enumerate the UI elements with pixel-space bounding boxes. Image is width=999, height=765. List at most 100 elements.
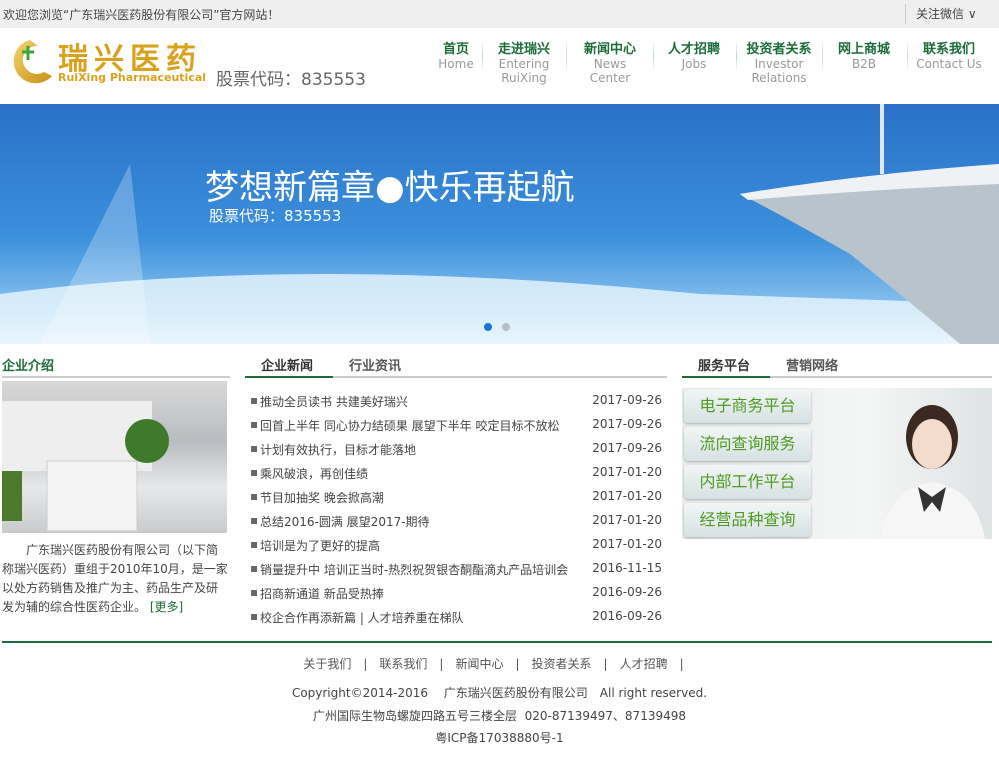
ship-illustration	[0, 104, 999, 344]
nav-subtitle: Investor Relations	[751, 57, 807, 85]
copyright: Copyright©2014-2016 广东瑞兴医药股份有限公司 All rig…	[291, 686, 708, 700]
bullet-icon: ▪	[250, 465, 259, 479]
wechat-follow-dropdown[interactable]: 关注微信 ∨	[905, 4, 977, 24]
news-item[interactable]: ▪ 招商新通道 新品受热捧 2016-09-26	[250, 585, 662, 609]
office-photo	[2, 381, 227, 533]
news-date: 2016-09-26	[592, 609, 662, 623]
news-item[interactable]: ▪ 培训是为了更好的提高 2017-01-20	[250, 537, 662, 561]
nav-jobs[interactable]: 人才招聘 Jobs	[662, 38, 726, 71]
nav-divider	[566, 40, 567, 72]
news-date: 2017-01-20	[592, 489, 662, 503]
banner-subtitle: 股票代码：835553	[209, 207, 342, 225]
bullet-icon: ▪	[250, 513, 259, 527]
news-date: 2017-01-20	[592, 513, 662, 527]
separator: |	[363, 657, 368, 671]
nav-title: 首页	[442, 42, 469, 57]
bullet-icon: ▪	[250, 393, 259, 407]
news-date: 2016-09-26	[592, 585, 662, 599]
bullet-icon: ▪	[250, 561, 259, 575]
news-item[interactable]: ▪ 计划有效执行，目标才能落地 2017-09-26	[250, 441, 662, 465]
nav-title: 联系我们	[922, 42, 975, 57]
bullet-icon: ▪	[250, 537, 259, 551]
nav-b2b[interactable]: 网上商城 B2B	[832, 38, 896, 71]
news-item[interactable]: ▪ 推动全员读书 共建美好瑞兴 2017-09-26	[250, 393, 662, 417]
nav-divider	[907, 40, 908, 72]
tab-company-news[interactable]: 企业新闻	[261, 355, 313, 374]
welcome-text: 欢迎您浏览“广东瑞兴医药股份有限公司”官方网站！	[3, 8, 280, 22]
news-title: 销量提升中 培训正当时-热烈祝贺银杏酮酯滴丸产品培训会	[260, 563, 569, 577]
bullet-icon: ▪	[250, 417, 259, 431]
news-item[interactable]: ▪ 销量提升中 培训正当时-热烈祝贺银杏酮酯滴丸产品培训会 2016-11-15	[250, 561, 662, 585]
news-tab-indicator	[245, 376, 333, 378]
nav-divider	[736, 40, 737, 72]
nav-subtitle: News Center	[589, 57, 631, 85]
flow-query-button[interactable]: 流向查询服务	[684, 427, 811, 461]
hero-banner[interactable]: 梦想新篇章●快乐再起航 股票代码：835553	[0, 104, 999, 344]
footer-link-jobs[interactable]: 人才招聘	[620, 657, 668, 671]
news-title: 计划有效执行，目标才能落地	[260, 443, 417, 457]
separator: |	[679, 657, 684, 671]
nav-contact[interactable]: 联系我们 Contact Us	[914, 38, 984, 71]
more-link[interactable]: [更多]	[150, 600, 183, 614]
nav-subtitle: Jobs	[681, 57, 707, 71]
news-title: 总结2016-圆满 展望2017-期待	[260, 515, 430, 529]
tab-marketing-network[interactable]: 营销网络	[786, 355, 838, 374]
banner-title: 梦想新篇章●快乐再起航	[205, 168, 575, 208]
news-title: 回首上半年 同心协力结硕果 展望下半年 咬定目标不放松	[260, 419, 560, 433]
news-date: 2017-09-26	[592, 393, 662, 407]
nav-divider	[482, 40, 483, 72]
bullet-icon: ▪	[250, 585, 259, 599]
bullet-icon: ▪	[250, 609, 259, 623]
news-item[interactable]: ▪ 节目加抽奖 晚会掀高潮 2017-01-20	[250, 489, 662, 513]
product-query-button[interactable]: 经营品种查询	[684, 503, 811, 537]
icp-number[interactable]: 粤ICP备17038880号-1	[0, 729, 999, 746]
news-item[interactable]: ▪ 回首上半年 同心协力结硕果 展望下半年 咬定目标不放松 2017-09-26	[250, 417, 662, 441]
footer-link-investor[interactable]: 投资者关系	[532, 657, 592, 671]
news-item[interactable]: ▪ 总结2016-圆满 展望2017-期待 2017-01-20	[250, 513, 662, 537]
footer-link-contact[interactable]: 联系我们	[379, 657, 427, 671]
news-title: 节目加抽奖 晚会掀高潮	[260, 491, 384, 505]
nav-subtitle: Entering RuiXing	[498, 57, 550, 85]
news-title: 推动全员读书 共建美好瑞兴	[260, 395, 408, 409]
ecommerce-platform-button[interactable]: 电子商务平台	[684, 389, 811, 423]
top-bar: 欢迎您浏览“广东瑞兴医药股份有限公司”官方网站！ 关注微信 ∨	[0, 0, 999, 28]
nav-home[interactable]: 首页 Home	[436, 38, 476, 71]
nav-title: 新闻中心	[583, 42, 636, 57]
stock-code: 股票代码：835553	[216, 70, 366, 90]
nav-subtitle: Home	[438, 57, 474, 71]
footer-links: 关于我们 | 联系我们 | 新闻中心 | 投资者关系 | 人才招聘 |	[0, 655, 999, 672]
tab-service-platform[interactable]: 服务平台	[698, 355, 750, 374]
bullet-icon: ▪	[250, 441, 259, 455]
news-title: 校企合作再添新篇 | 人才培养重在梯队	[260, 611, 464, 625]
logo-english: RuiXing Pharmaceutical	[58, 71, 207, 84]
bullet-icon: ▪	[250, 489, 259, 503]
nav-investor[interactable]: 投资者关系 Investor Relations	[741, 38, 817, 85]
nav-news[interactable]: 新闻中心 News Center	[572, 38, 648, 85]
news-date: 2017-01-20	[592, 465, 662, 479]
footer-divider	[2, 641, 992, 643]
footer-link-about[interactable]: 关于我们	[303, 657, 351, 671]
intro-text: 广东瑞兴医药股份有限公司（以下简称瑞兴医药）重组于2010年10月，是一家以处方…	[2, 541, 228, 617]
intro-divider	[2, 376, 230, 378]
news-title: 乘风破浪，再创佳绩	[260, 467, 369, 481]
slide-dot-active[interactable]	[484, 323, 492, 331]
customer-service-agent-image	[880, 405, 985, 539]
nav-title: 投资者关系	[746, 42, 812, 57]
internal-platform-button[interactable]: 内部工作平台	[684, 465, 811, 499]
news-date: 2017-09-26	[592, 417, 662, 431]
news-title: 培训是为了更好的提高	[260, 539, 381, 553]
nav-about[interactable]: 走进瑞兴 Entering RuiXing	[492, 38, 556, 85]
news-date: 2017-01-20	[592, 537, 662, 551]
footer-link-news[interactable]: 新闻中心	[455, 657, 503, 671]
news-item[interactable]: ▪ 校企合作再添新篇 | 人才培养重在梯队 2016-09-26	[250, 609, 662, 633]
slide-dot[interactable]	[502, 323, 510, 331]
logo-emblem-icon	[13, 40, 52, 84]
news-date: 2017-09-26	[592, 441, 662, 455]
separator: |	[439, 657, 444, 671]
nav-title: 人才招聘	[667, 42, 720, 57]
nav-divider	[653, 40, 654, 72]
tab-industry-news[interactable]: 行业资讯	[349, 355, 401, 374]
address: 广州国际生物岛螺旋四路五号三楼全层 020-87139497、87139498	[312, 709, 687, 723]
news-item[interactable]: ▪ 乘风破浪，再创佳绩 2017-01-20	[250, 465, 662, 489]
nav-title: 网上商城	[837, 42, 890, 57]
